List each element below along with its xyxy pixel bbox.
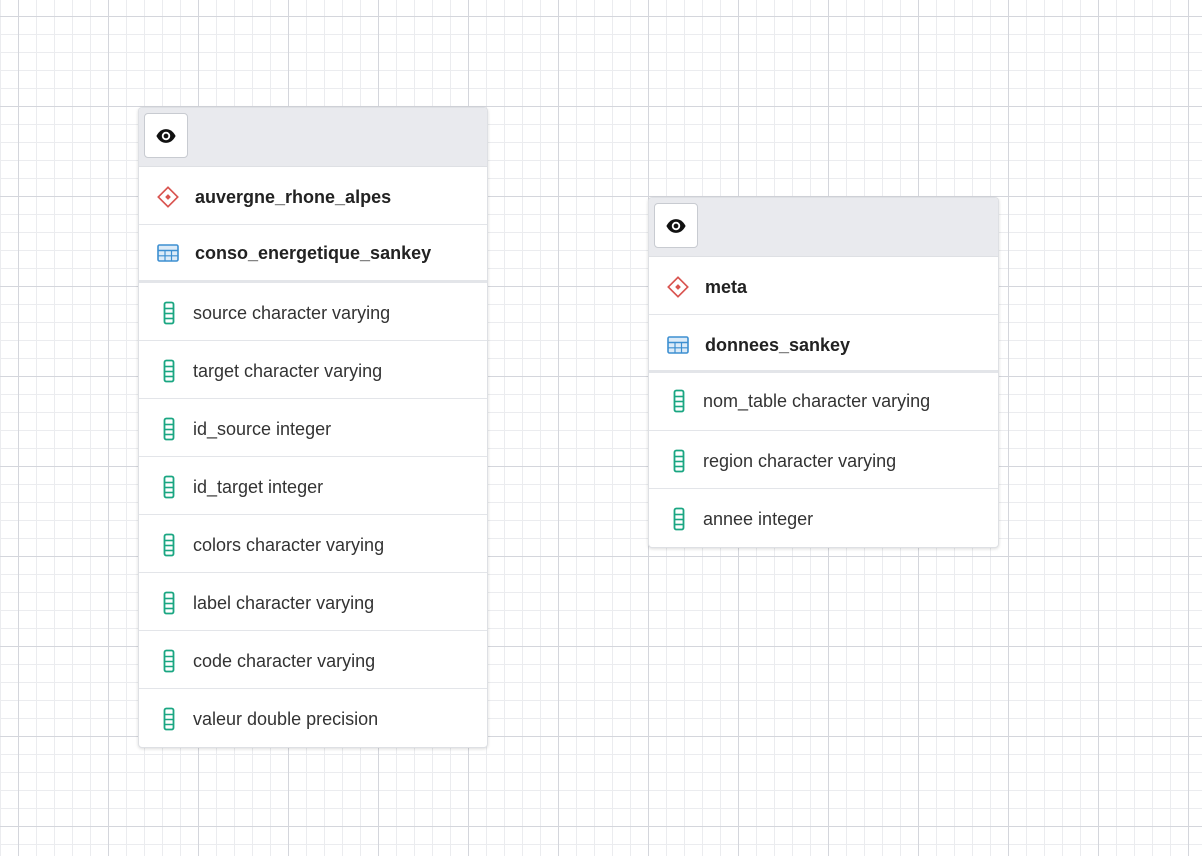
column-icon — [163, 475, 175, 499]
table-name: conso_energetique_sankey — [195, 243, 432, 263]
column-icon — [163, 591, 175, 615]
column-label: colors character varying — [193, 535, 385, 555]
table-node-conso-energetique-sankey[interactable]: auvergne_rhone_alpes conso_energetique_s… — [138, 107, 488, 748]
column-icon — [673, 389, 685, 413]
table-name-row: donnees_sankey — [649, 315, 998, 373]
schema-name: auvergne_rhone_alpes — [195, 187, 392, 207]
eye-icon — [155, 125, 177, 147]
column-label: region character varying — [703, 451, 897, 471]
column-label: valeur double precision — [193, 709, 379, 729]
column-label: label character varying — [193, 593, 375, 613]
table-grid-icon — [157, 244, 179, 262]
toggle-visibility-button[interactable] — [144, 113, 188, 158]
column-label: id_target integer — [193, 477, 324, 497]
column-label: target character varying — [193, 361, 383, 381]
node-header — [649, 198, 998, 257]
schema-row: auvergne_rhone_alpes — [139, 167, 487, 225]
column-label: source character varying — [193, 303, 391, 323]
table-grid-icon — [667, 336, 689, 354]
column-row[interactable]: source character varying — [139, 283, 487, 341]
column-icon — [163, 417, 175, 441]
column-icon — [163, 533, 175, 557]
column-row[interactable]: region character varying — [649, 431, 998, 489]
column-row[interactable]: valeur double precision — [139, 689, 487, 747]
column-label: annee integer — [703, 509, 814, 529]
column-row[interactable]: colors character varying — [139, 515, 487, 573]
schema-row: meta — [649, 257, 998, 315]
column-row[interactable]: id_source integer — [139, 399, 487, 457]
schema-diamond-icon — [667, 274, 689, 300]
table-name-row: conso_energetique_sankey — [139, 225, 487, 283]
node-header — [139, 108, 487, 167]
table-name: donnees_sankey — [705, 335, 851, 355]
schema-name: meta — [705, 277, 748, 297]
column-icon — [673, 507, 685, 531]
toggle-visibility-button[interactable] — [654, 203, 698, 248]
column-row[interactable]: nom_table character varying — [649, 373, 998, 431]
schema-diamond-icon — [157, 184, 179, 210]
column-row[interactable]: id_target integer — [139, 457, 487, 515]
column-icon — [163, 359, 175, 383]
column-row[interactable]: label character varying — [139, 573, 487, 631]
column-label: code character varying — [193, 651, 376, 671]
column-icon — [163, 707, 175, 731]
column-row[interactable]: annee integer — [649, 489, 998, 547]
column-icon — [163, 649, 175, 673]
eye-icon — [665, 215, 687, 237]
column-row[interactable]: code character varying — [139, 631, 487, 689]
table-node-donnees-sankey[interactable]: meta donnees_sankey nom_table character … — [648, 197, 999, 548]
column-icon — [163, 301, 175, 325]
column-row[interactable]: target character varying — [139, 341, 487, 399]
column-icon — [673, 449, 685, 473]
column-label: nom_table character varying — [703, 391, 931, 411]
column-label: id_source integer — [193, 419, 332, 439]
